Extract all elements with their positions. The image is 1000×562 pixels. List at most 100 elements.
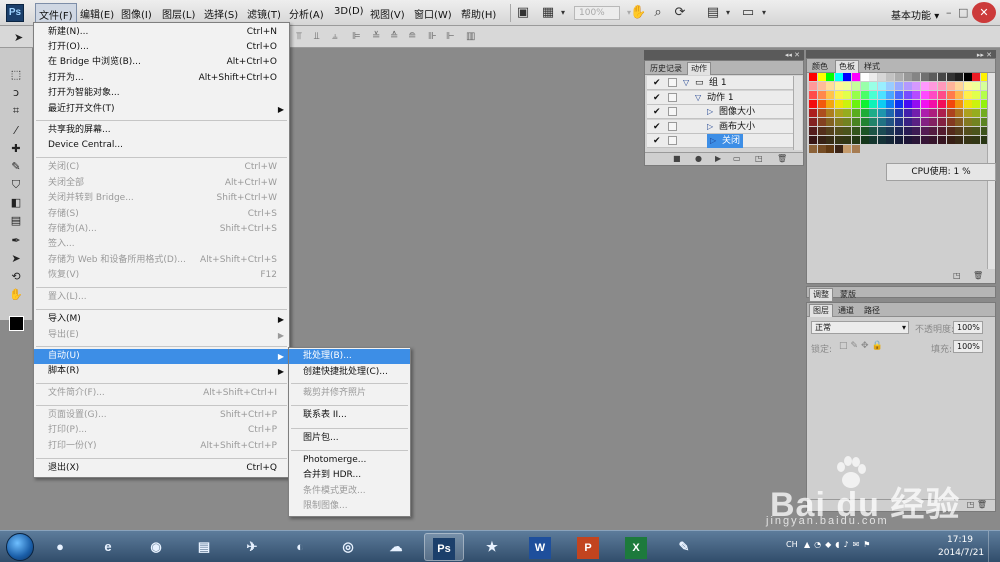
- color-swatch[interactable]: [946, 100, 955, 108]
- align-left-icon[interactable]: ⊫: [352, 31, 361, 42]
- automate-menu-item[interactable]: 合并到 HDR...: [289, 468, 410, 483]
- menu-2[interactable]: 编辑(E): [80, 6, 114, 21]
- dialog-toggle-box[interactable]: [668, 107, 677, 116]
- distribute-bottom-icon[interactable]: ≘: [408, 31, 416, 42]
- taskbar-paint-button[interactable]: ✎: [664, 533, 704, 561]
- delete-icon[interactable]: 🗑: [777, 154, 787, 163]
- color-swatch[interactable]: [886, 109, 895, 117]
- eyedropper-tool-icon[interactable]: ⁄: [8, 124, 24, 138]
- distribute-center-icon[interactable]: ⊩: [446, 31, 455, 42]
- color-swatch[interactable]: [955, 73, 964, 81]
- color-swatch[interactable]: [920, 109, 929, 117]
- taskbar-app-star-button[interactable]: ★: [472, 533, 512, 561]
- action-row[interactable]: ✔ ▷ 图像大小: [647, 105, 793, 119]
- taskbar-app-colorful-button[interactable]: ●: [40, 533, 80, 561]
- color-swatch[interactable]: [929, 109, 938, 117]
- color-swatch[interactable]: [852, 136, 860, 144]
- color-swatch[interactable]: [938, 127, 946, 135]
- color-swatch[interactable]: [895, 109, 903, 117]
- color-swatch[interactable]: [826, 145, 835, 153]
- color-swatch[interactable]: [955, 136, 964, 144]
- color-swatch[interactable]: [834, 109, 843, 117]
- automate-menu-item[interactable]: 创建快捷批处理(C)...: [289, 365, 410, 380]
- color-swatch[interactable]: [826, 82, 835, 90]
- photoshop-logo[interactable]: Ps: [6, 4, 24, 22]
- color-swatch[interactable]: [946, 91, 955, 99]
- tab-layers_panel-0[interactable]: 图层: [809, 304, 833, 317]
- foreground-color-swatch[interactable]: [9, 316, 24, 331]
- distribute-left-icon[interactable]: ⊪: [428, 31, 437, 42]
- color-swatch[interactable]: [843, 82, 852, 90]
- color-swatch[interactable]: [972, 109, 981, 117]
- color-swatch[interactable]: [895, 73, 903, 81]
- taskbar-app-qq-player-button[interactable]: ◎: [328, 533, 368, 561]
- distribute-middle-icon[interactable]: ≙: [390, 31, 398, 42]
- color-swatch[interactable]: [852, 127, 860, 135]
- zoom-tool-icon[interactable]: ⌕: [650, 5, 666, 21]
- color-swatch[interactable]: [938, 100, 946, 108]
- chevron-down-icon[interactable]: ▾: [756, 5, 772, 21]
- color-swatch[interactable]: [886, 118, 895, 126]
- color-swatch[interactable]: [886, 73, 895, 81]
- color-swatch[interactable]: [912, 91, 921, 99]
- color-swatch[interactable]: [860, 82, 869, 90]
- color-swatch[interactable]: [834, 118, 843, 126]
- panel-collapse-strip[interactable]: ◂◂ ✕: [644, 50, 804, 60]
- distribute-top-icon[interactable]: ≚: [372, 31, 380, 42]
- color-swatch[interactable]: [972, 136, 981, 144]
- align-bottom-icon[interactable]: ⫨: [332, 31, 338, 42]
- collapse-triangle-icon[interactable]: ▽: [683, 76, 689, 90]
- record-icon[interactable]: ●: [695, 154, 702, 163]
- color-swatch[interactable]: [886, 82, 895, 90]
- eraser-tool-icon[interactable]: ◧: [8, 196, 24, 210]
- color-swatch[interactable]: [946, 82, 955, 90]
- taskbar-browser-360-button[interactable]: ◉: [136, 533, 176, 561]
- file-menu-item[interactable]: 在 Bridge 中浏览(B)... Alt+Ctrl+O: [34, 55, 289, 70]
- color-swatch[interactable]: [826, 73, 835, 81]
- color-swatch[interactable]: [972, 118, 981, 126]
- align-top-icon[interactable]: ⫪: [296, 31, 302, 42]
- file-menu-item[interactable]: 脚本(R) ▶: [34, 364, 289, 379]
- taskbar-word-button[interactable]: W: [520, 533, 560, 561]
- color-swatch[interactable]: [817, 109, 826, 117]
- color-swatch[interactable]: [877, 100, 886, 108]
- dialog-toggle-box[interactable]: [668, 92, 677, 102]
- brush-tool-icon[interactable]: ✎: [8, 160, 24, 174]
- color-swatch[interactable]: [809, 109, 817, 117]
- color-swatch[interactable]: [869, 100, 878, 108]
- view-extras-icon[interactable]: ▦: [540, 5, 556, 21]
- tab-layers_panel-2[interactable]: 路径: [861, 305, 883, 317]
- color-swatch[interactable]: [869, 136, 878, 144]
- color-swatch[interactable]: [938, 109, 946, 117]
- color-swatch[interactable]: [938, 136, 946, 144]
- minimize-button[interactable]: –: [946, 6, 952, 19]
- color-swatch[interactable]: [843, 145, 852, 153]
- color-swatch[interactable]: [955, 118, 964, 126]
- color-swatch[interactable]: [852, 145, 860, 153]
- new-swatch-icon[interactable]: ◳: [953, 271, 961, 280]
- color-swatch[interactable]: [817, 73, 826, 81]
- color-swatch[interactable]: [843, 100, 852, 108]
- file-menu-item[interactable]: 导入(M) ▶: [34, 312, 289, 327]
- file-menu-item[interactable]: 新建(N)... Ctrl+N: [34, 25, 289, 40]
- toggle-check-icon[interactable]: ✔: [653, 91, 661, 105]
- gradient-tool-icon[interactable]: ▤: [8, 214, 24, 228]
- new-set-icon[interactable]: ▭: [733, 154, 741, 163]
- color-swatch[interactable]: [895, 127, 903, 135]
- color-swatch[interactable]: [843, 118, 852, 126]
- action-row[interactable]: ✔ ▽ ▭ 组 1: [647, 76, 793, 90]
- color-swatch[interactable]: [955, 100, 964, 108]
- zoom-field[interactable]: 100%: [574, 6, 620, 20]
- color-swatch[interactable]: [826, 109, 835, 117]
- color-swatch[interactable]: [912, 118, 921, 126]
- input-method-indicator[interactable]: CH: [786, 540, 798, 549]
- color-swatch[interactable]: [955, 109, 964, 117]
- color-swatch[interactable]: [834, 82, 843, 90]
- blend-mode-select[interactable]: 正常 ▾: [811, 321, 909, 334]
- automate-menu-item[interactable]: 批处理(B)...: [289, 349, 410, 364]
- color-swatch[interactable]: [895, 91, 903, 99]
- color-swatch[interactable]: [877, 118, 886, 126]
- color-swatch[interactable]: [869, 109, 878, 117]
- tab-history_panel-1[interactable]: 动作: [687, 62, 711, 75]
- delete-icon[interactable]: 🗑: [973, 271, 983, 280]
